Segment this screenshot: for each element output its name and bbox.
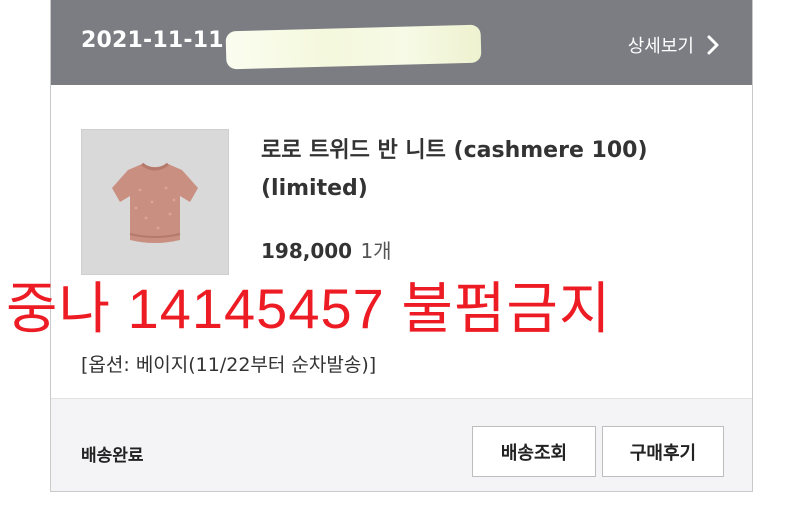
chevron-right-icon [707, 35, 719, 55]
product-price: 198,000 [261, 239, 353, 263]
track-delivery-button[interactable]: 배송조회 [472, 426, 596, 477]
order-card: 2021-11-11 상세보기 로로 트위드 반 니트 (cashmere 10… [50, 0, 753, 492]
knit-top-image [82, 130, 228, 274]
product-option: [옵션: 베이지(11/22부터 순차발송)] [81, 354, 377, 376]
order-detail-label: 상세보기 [627, 36, 694, 57]
product-name[interactable]: 로로 트위드 반 니트 (cashmere 100) (limited) [261, 132, 701, 208]
order-footer: 배송완료 배송조회 구매후기 [51, 399, 752, 491]
write-review-button[interactable]: 구매후기 [602, 426, 724, 477]
delivery-status: 배송완료 [81, 446, 144, 466]
order-header: 2021-11-11 상세보기 [51, 0, 752, 85]
watermark-overlay-text: 중나 14145457 불펌금지 [6, 277, 612, 340]
product-thumbnail[interactable] [81, 129, 229, 275]
price-row: 198,000 1개 [261, 235, 392, 264]
order-detail-link[interactable]: 상세보기 [628, 32, 720, 58]
redacted-order-number [225, 24, 482, 70]
order-date: 2021-11-11 [81, 28, 224, 53]
product-quantity: 1개 [360, 239, 392, 263]
